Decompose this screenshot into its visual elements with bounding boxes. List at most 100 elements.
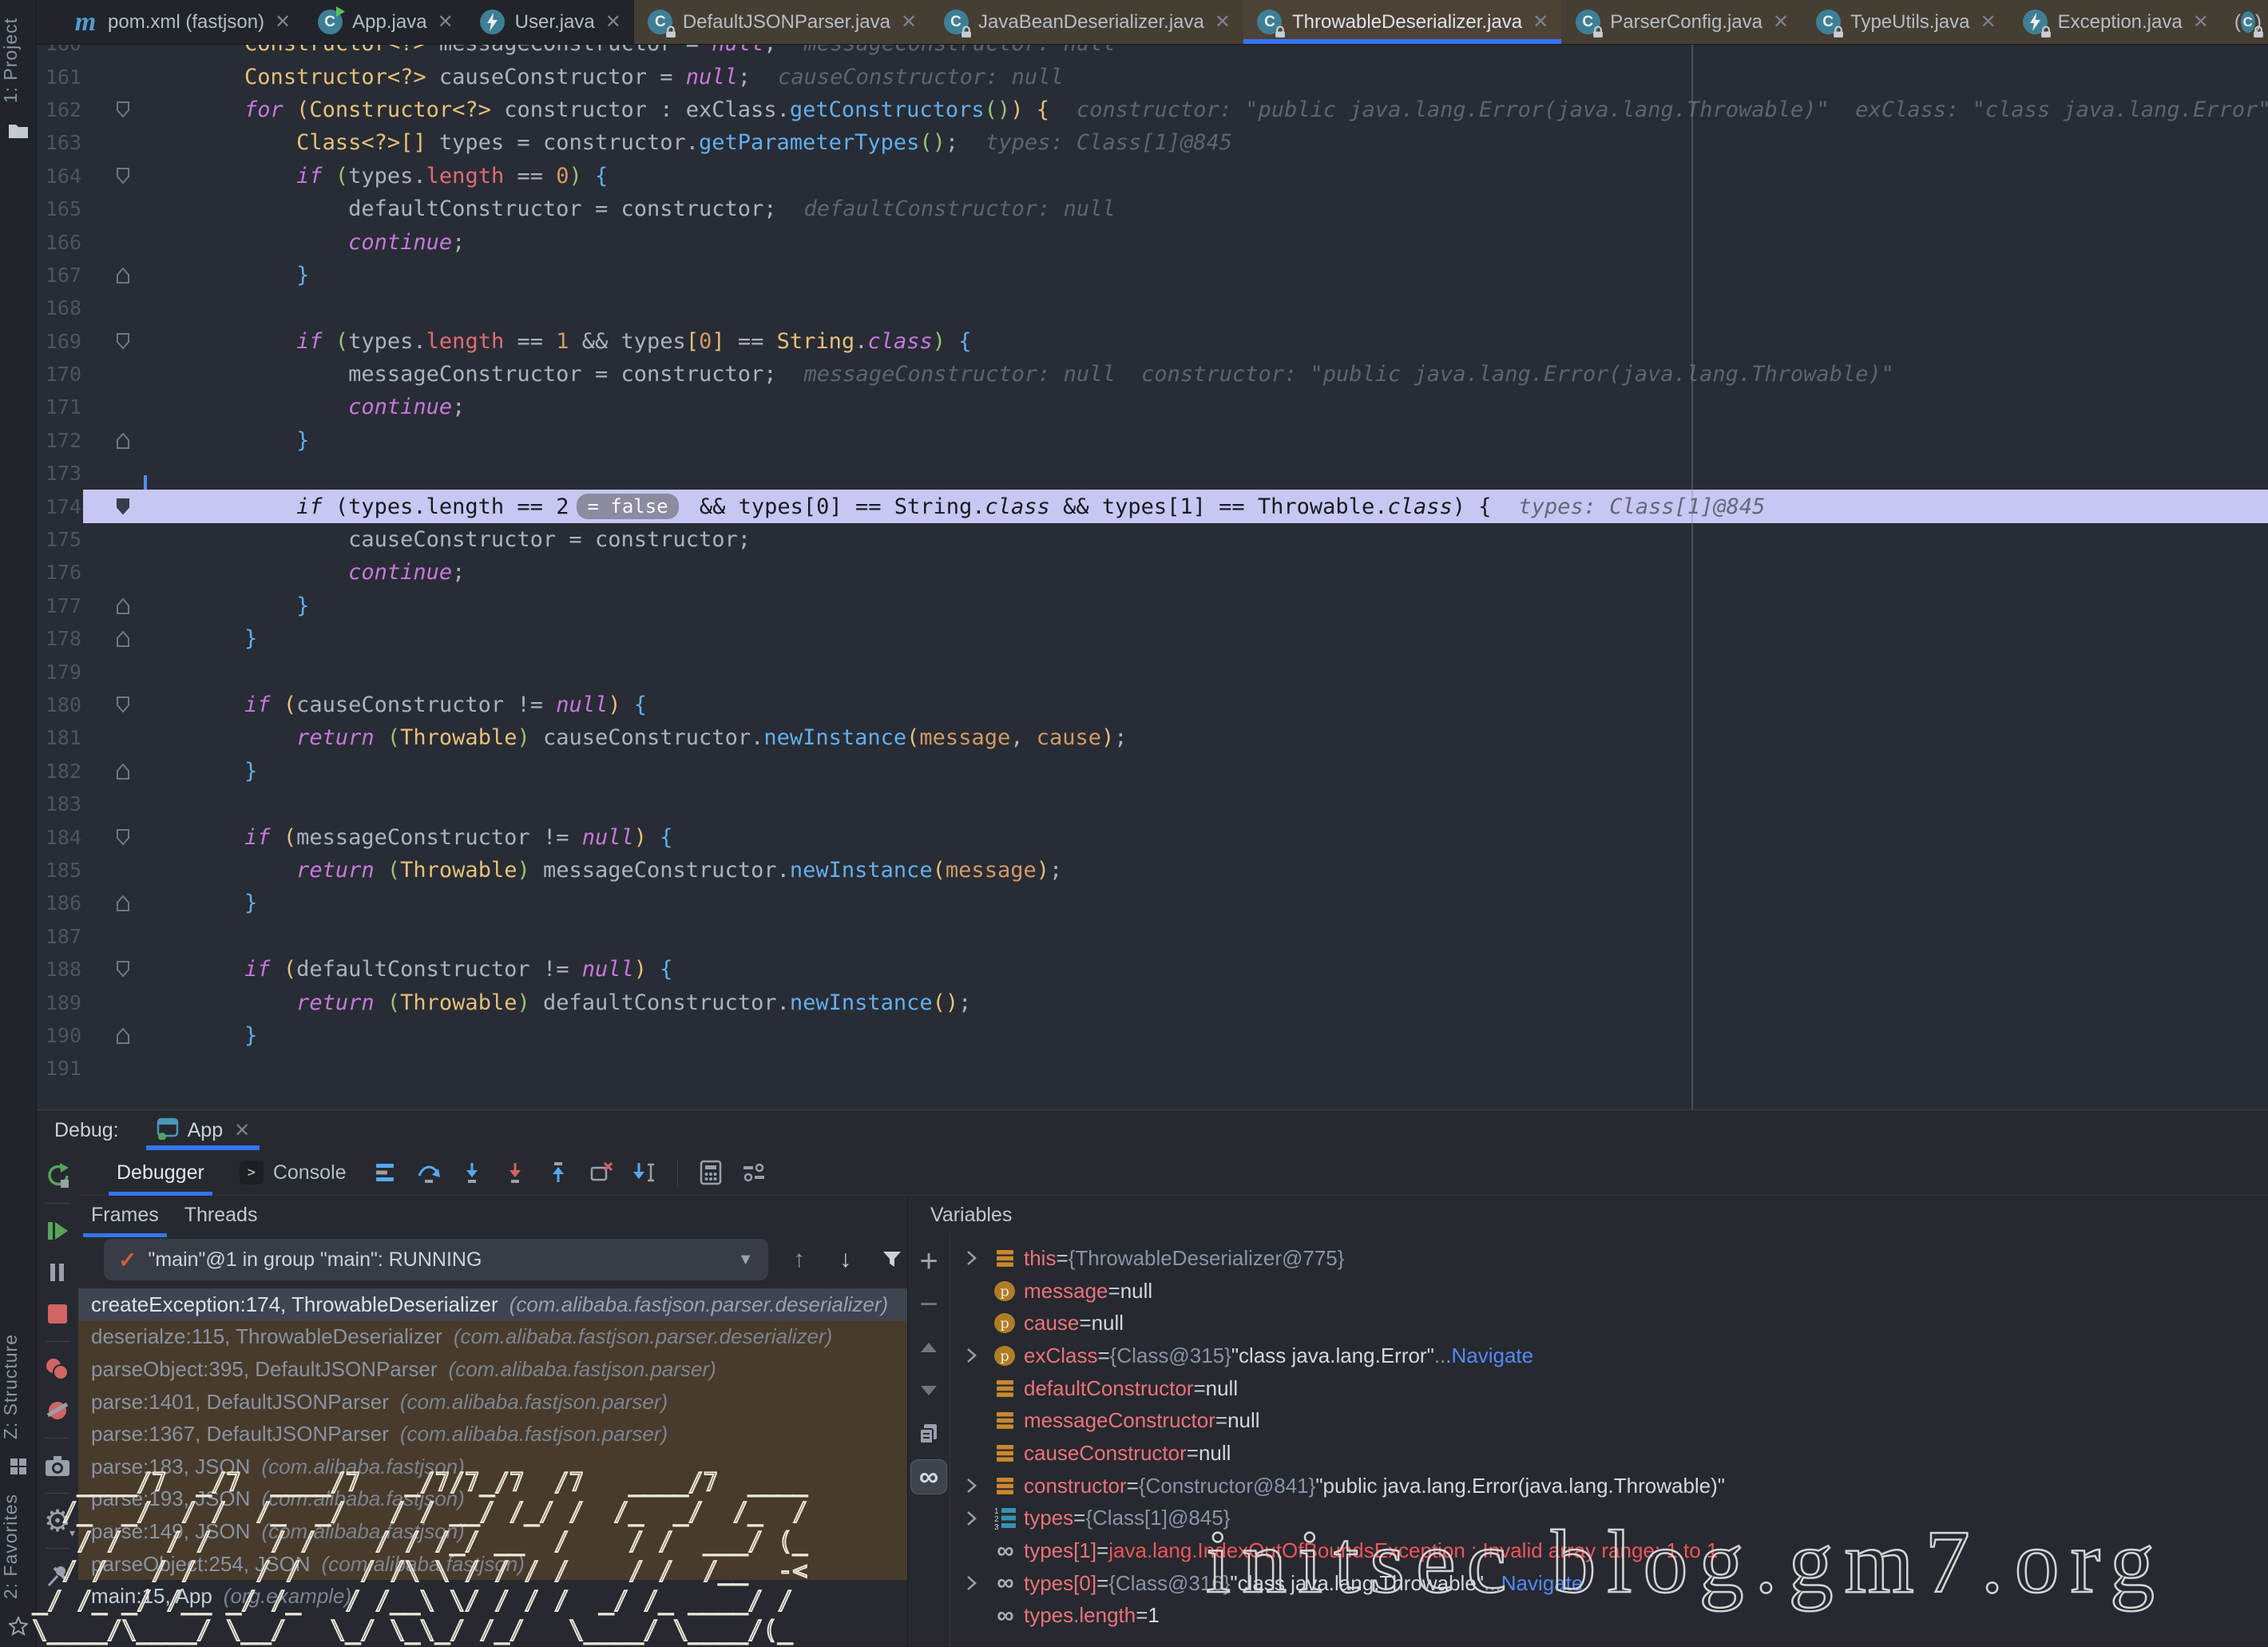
fold-marker[interactable] bbox=[81, 331, 141, 351]
stack-frame-row[interactable]: parse:1401, DefaultJSONParser(com.alibab… bbox=[78, 1386, 907, 1419]
view-breakpoints-button[interactable] bbox=[40, 1348, 75, 1390]
fold-marker[interactable] bbox=[81, 827, 141, 847]
tab-pom-xml-fastjson-[interactable]: mpom.xml (fastjson)✕ bbox=[59, 0, 303, 44]
pin-button[interactable] bbox=[40, 1555, 75, 1597]
next-frame-button[interactable]: ↓ bbox=[831, 1244, 861, 1276]
expand-chevron-icon[interactable] bbox=[957, 1510, 985, 1527]
resume-button[interactable] bbox=[40, 1210, 75, 1252]
close-tab-icon[interactable]: ✕ bbox=[438, 10, 454, 34]
stack-frame-row[interactable]: parse:1367, DefaultJSONParser(com.alibab… bbox=[78, 1418, 907, 1451]
code-editor[interactable]: 160 Constructor<?> messageConstructor = … bbox=[37, 45, 2268, 1109]
expand-chevron-icon[interactable] bbox=[957, 1477, 985, 1494]
structure-rail-label[interactable]: Z: Structure bbox=[0, 1334, 37, 1439]
layout-settings-button[interactable] bbox=[736, 1154, 772, 1191]
variable-row[interactable]: 123types = {Class[1]@845} bbox=[950, 1502, 2268, 1535]
close-tab-icon[interactable]: ✕ bbox=[2193, 10, 2209, 34]
expand-chevron-icon[interactable] bbox=[957, 1574, 985, 1592]
fold-marker[interactable] bbox=[81, 893, 141, 913]
duplicate-watch-button[interactable] bbox=[910, 1416, 947, 1451]
close-tab-icon[interactable]: ✕ bbox=[605, 10, 621, 34]
close-tab-icon[interactable]: ✕ bbox=[1773, 10, 1789, 34]
fold-marker[interactable] bbox=[81, 431, 141, 450]
variable-row[interactable]: ∞types[0] = {Class@316} "class java.lang… bbox=[950, 1567, 2268, 1600]
tab-typeutils-java[interactable]: CTypeUtils.java✕ bbox=[1802, 0, 2009, 44]
fold-marker[interactable] bbox=[81, 629, 141, 649]
stack-frame-row[interactable]: parseObject:254, JSON(com.alibaba.fastjs… bbox=[78, 1548, 907, 1581]
expand-chevron-icon[interactable] bbox=[957, 1249, 985, 1267]
force-step-into-button[interactable] bbox=[497, 1154, 533, 1191]
close-tab-icon[interactable]: ✕ bbox=[1532, 10, 1548, 34]
tab-app-java[interactable]: CApp.java✕ bbox=[303, 0, 466, 44]
close-tab-icon[interactable]: ✕ bbox=[1981, 10, 1996, 34]
pause-button[interactable] bbox=[40, 1252, 75, 1293]
move-watch-down-button[interactable] bbox=[910, 1373, 947, 1408]
variable-row[interactable]: defaultConstructor = null bbox=[950, 1372, 2268, 1405]
fold-marker[interactable] bbox=[81, 1026, 141, 1046]
favorites-rail-label[interactable]: 2: Favorites bbox=[0, 1494, 37, 1599]
close-tab-icon[interactable]: ✕ bbox=[1215, 10, 1231, 34]
fold-marker[interactable] bbox=[81, 596, 141, 616]
variable-row[interactable]: causeConstructor = null bbox=[950, 1437, 2268, 1470]
fold-marker[interactable] bbox=[81, 695, 141, 715]
close-tab-icon[interactable]: ✕ bbox=[275, 10, 291, 34]
frames-filter-button[interactable] bbox=[877, 1244, 907, 1276]
tab-json-java[interactable]: (C)JSON.java✕ bbox=[2222, 0, 2268, 44]
stack-frame-row[interactable]: main:15, App(org.example) bbox=[78, 1580, 907, 1613]
add-watch-button[interactable]: + bbox=[910, 1244, 947, 1279]
previous-frame-button[interactable]: ↑ bbox=[784, 1244, 815, 1276]
variable-row[interactable]: pexClass = {Class@315} "class java.lang.… bbox=[950, 1339, 2268, 1372]
thread-selector[interactable]: ✓ "main"@1 in group "main": RUNNING ▼ bbox=[104, 1239, 768, 1280]
tab-javabeandeserializer-java[interactable]: CJavaBeanDeserializer.java✕ bbox=[930, 0, 1243, 44]
variable-row[interactable]: pmessage = null bbox=[950, 1275, 2268, 1308]
remove-watch-button[interactable]: − bbox=[910, 1287, 947, 1322]
layout-bars-button[interactable] bbox=[367, 1154, 404, 1191]
tab-threads[interactable]: Threads bbox=[172, 1201, 271, 1230]
variable-row[interactable]: messageConstructor = null bbox=[950, 1404, 2268, 1437]
variable-row[interactable]: ∞types.length = 1 bbox=[950, 1600, 2268, 1633]
variable-row[interactable]: constructor = {Constructor@841} "public … bbox=[950, 1470, 2268, 1502]
fold-marker[interactable] bbox=[81, 100, 141, 120]
project-rail-label[interactable]: 1: Project bbox=[0, 18, 37, 103]
tab-console[interactable]: >Console bbox=[225, 1150, 361, 1196]
stack-frame-row[interactable]: parse:193, JSON(com.alibaba.fastjson) bbox=[78, 1483, 907, 1516]
rerun-button[interactable] bbox=[40, 1155, 75, 1197]
variable-row[interactable]: this = {ThrowableDeserializer@775} bbox=[950, 1242, 2268, 1275]
stack-frame-row[interactable]: parseObject:395, DefaultJSONParser(com.a… bbox=[78, 1353, 907, 1386]
fold-marker[interactable] bbox=[81, 959, 141, 979]
fold-marker[interactable] bbox=[81, 265, 141, 285]
run-to-cursor-button[interactable] bbox=[626, 1154, 663, 1191]
tab-exception-java[interactable]: Exception.java✕ bbox=[2009, 0, 2222, 44]
variable-row[interactable]: ∞types[1] = java.lang.IndexOutOfBoundsEx… bbox=[950, 1534, 2268, 1567]
debug-session-tab[interactable]: App ✕ bbox=[146, 1110, 260, 1150]
tab-frames[interactable]: Frames bbox=[78, 1201, 172, 1230]
stack-frame-row[interactable]: deserialze:115, ThrowableDeserializer(co… bbox=[78, 1321, 907, 1354]
expand-chevron-icon[interactable] bbox=[957, 1347, 985, 1364]
show-watches-toggle[interactable]: ∞ bbox=[910, 1459, 947, 1494]
step-over-button[interactable] bbox=[410, 1154, 447, 1191]
mute-breakpoints-button[interactable] bbox=[40, 1390, 75, 1431]
evaluate-expression-button[interactable] bbox=[692, 1154, 729, 1191]
tab-defaultjsonparser-java[interactable]: CDefaultJSONParser.java✕ bbox=[634, 0, 930, 44]
variable-row[interactable]: pcause = null bbox=[950, 1307, 2268, 1339]
navigate-link[interactable]: Navigate bbox=[1452, 1343, 1534, 1368]
tab-user-java[interactable]: User.java✕ bbox=[466, 0, 634, 44]
step-out-button[interactable] bbox=[540, 1154, 577, 1191]
drop-frame-button[interactable] bbox=[583, 1154, 620, 1191]
close-session-icon[interactable]: ✕ bbox=[234, 1119, 250, 1142]
stack-frame-row[interactable]: createException:174, ThrowableDeserializ… bbox=[78, 1288, 907, 1321]
close-tab-icon[interactable]: ✕ bbox=[901, 10, 917, 34]
stack-frame-row[interactable]: parse:149, JSON(com.alibaba.fastjson) bbox=[78, 1515, 907, 1548]
step-into-button[interactable] bbox=[454, 1154, 490, 1191]
stop-button[interactable] bbox=[40, 1293, 75, 1335]
tab-throwabledeserializer-java[interactable]: CThrowableDeserializer.java✕ bbox=[1243, 0, 1561, 44]
tab-debugger[interactable]: Debugger bbox=[102, 1150, 219, 1196]
tab-parserconfig-java[interactable]: CParserConfig.java✕ bbox=[1561, 0, 1802, 44]
fold-marker[interactable] bbox=[81, 761, 141, 781]
fold-marker[interactable] bbox=[81, 497, 141, 517]
thread-dump-button[interactable] bbox=[40, 1445, 75, 1486]
fold-marker[interactable] bbox=[81, 166, 141, 186]
move-watch-up-button[interactable] bbox=[910, 1330, 947, 1365]
navigate-link[interactable]: Navigate bbox=[1501, 1571, 1584, 1596]
settings-button[interactable]: ⚙▾ bbox=[40, 1500, 75, 1542]
stack-frame-row[interactable]: parse:183, JSON(com.alibaba.fastjson) bbox=[78, 1451, 907, 1483]
